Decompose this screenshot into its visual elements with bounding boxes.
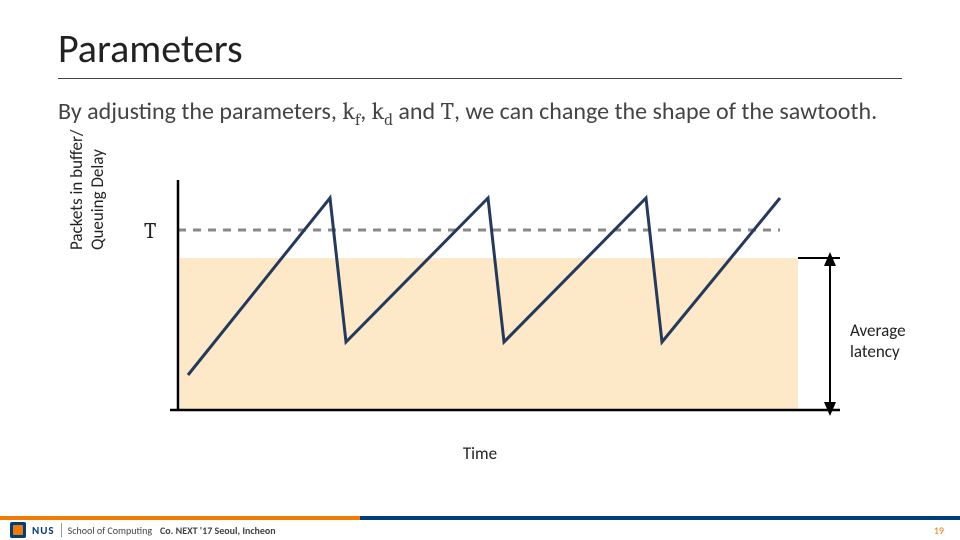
ylabel-line2: Queuing Delay [87, 130, 108, 250]
footer: NUS School of Computing Co. NEXT '17 Seo… [0, 520, 960, 540]
body-post: , we can change the shape of the sawtoot… [454, 97, 877, 126]
avg-l2: latency [850, 341, 900, 362]
avg-latency-label: Average latency [850, 320, 920, 362]
body-mid: and [393, 97, 441, 126]
slide: Parameters By adjusting the parameters, … [0, 0, 960, 540]
avg-latency-band [180, 258, 798, 410]
nus-logo-icon [10, 522, 26, 538]
logo-school: School of Computing [68, 524, 152, 537]
param-T: T [441, 97, 454, 125]
page-number: 19 [934, 524, 944, 537]
slide-title: Parameters [58, 24, 243, 73]
body-sep1: , [360, 97, 371, 126]
param-kf: kf [342, 97, 360, 125]
y-axis-label: Packets in buffer/ Queuing Delay [66, 130, 108, 250]
logo-divider [61, 523, 62, 537]
title-underline [58, 78, 902, 79]
chart-area: Packets in buffer/ Queuing Delay T Avera… [80, 180, 880, 460]
logo-org: NUS [32, 524, 55, 537]
sawtooth-chart [140, 180, 860, 430]
logo-block: NUS School of Computing [10, 522, 152, 538]
ylabel-line1: Packets in buffer/ [66, 130, 87, 250]
avg-l1: Average [850, 320, 906, 341]
conference-footer: Co. NEXT '17 Seoul, Incheon [160, 524, 276, 537]
body-pre: By adjusting the parameters, [58, 97, 342, 126]
x-axis-label: Time [80, 443, 880, 464]
body-paragraph: By adjusting the parameters, kf, kd and … [58, 96, 902, 132]
param-kd: kd [372, 97, 393, 125]
